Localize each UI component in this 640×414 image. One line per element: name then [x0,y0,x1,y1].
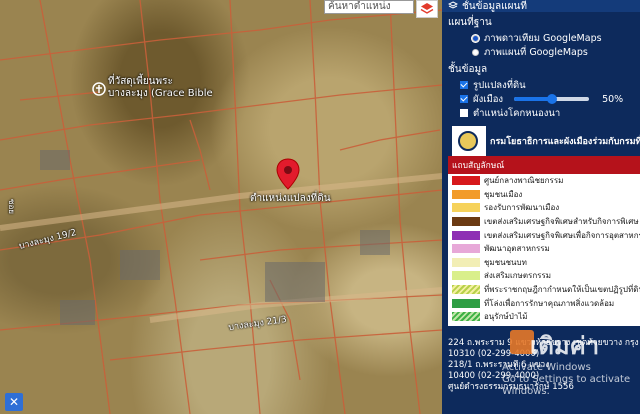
legend-list: ศูนย์กลางพาณิชยกรรมชุมชนเมืองรองรับการพั… [448,174,640,324]
department-header: กรมโยธาธิการและผังเมืองร่วมกับกรมที่ดิน [442,126,640,156]
legend-item: ส่งเสริมเกษตรกรรม [448,269,640,283]
layers-icon [448,1,458,9]
map-view[interactable]: ที่วัสดุเพี้ยนพระ บางละมุง (Grace Bible … [0,0,442,414]
legend-item: ที่โล่งเพื่อการรักษาคุณภาพสิ่งแวดล้อม [448,296,640,310]
layer-cityplan[interactable]: ผังเมือง 50% [442,92,640,106]
layer-label: ผังเมือง [473,93,504,105]
basemap-option-label: ภาพแผนที่ GoogleMaps [484,46,588,58]
layer-label: รูปแปลงที่ดิน [473,79,526,91]
legend-label: เขตส่งเสริมเศรษฐกิจพิเศษสำหรับกิจการพิเศ… [484,217,639,227]
pin-label: ตำแหน่งแปลงที่ดิน [250,193,331,204]
legend-item: เขตส่งเสริมเศรษฐกิจพิเศษสำหรับกิจการพิเศ… [448,215,640,229]
legend-swatch [452,176,480,186]
legend-item: ชุมชนชนบท [448,256,640,270]
legend-label: ที่พระราชกฤษฎีกากำหนดให้เป็นเขตปฏิรูปที่… [484,285,640,295]
search-input[interactable]: ค้นหาตำแหน่ง [324,0,414,14]
legend-label: ชุมชนชนบท [484,257,527,267]
poi-label-line1: ที่วัสดุเพี้ยนพระ [108,76,173,87]
layer-khoknongna[interactable]: ตำแหน่งโคกหนองนา [442,106,640,120]
watermark: เติมค่า [530,332,600,360]
legend-swatch [452,271,480,281]
layers-button[interactable] [416,0,438,18]
location-pin-icon[interactable] [276,158,300,190]
legend-swatch [452,217,480,227]
legend-item: รองรับการพัฒนาเมือง [448,201,640,215]
legend-swatch [452,285,480,295]
layers-icon [420,3,434,14]
slider-fill [514,97,552,101]
road-label: ซอย [6,199,16,214]
layer-parcel[interactable]: รูปแปลงที่ดิน [442,78,640,92]
legend-label: ชุมชนเมือง [484,189,523,199]
checkbox-checked[interactable] [460,95,468,103]
basemap-option-map[interactable]: ภาพแผนที่ GoogleMaps [442,45,640,59]
legend-label: ศูนย์กลางพาณิชยกรรม [484,176,564,186]
legend-swatch [452,298,480,308]
legend-title: แถบสัญลักษณ์ [448,156,640,174]
legend-label: อนุรักษ์ป่าไม้ [484,312,528,322]
legend-swatch [452,230,480,240]
checkbox-unchecked[interactable] [460,109,468,117]
legend-swatch [452,312,480,322]
layer-label: ตำแหน่งโคกหนองนา [473,107,561,119]
parcel-boundaries [0,0,442,414]
legend-item: พัฒนาอุตสาหกรรม [448,242,640,256]
legend-swatch [452,203,480,213]
fullscreen-close-button[interactable]: ✕ [5,393,23,411]
slider-thumb[interactable] [546,94,557,104]
legend-item: ที่พระราชกฤษฎีกากำหนดให้เป็นเขตปฏิรูปที่… [448,283,640,297]
activate-windows-notice: Activate Windows Go to Settings to activ… [502,362,640,398]
basemap-option-label: ภาพดาวเทียม GoogleMaps [484,32,602,44]
legend-swatch [452,244,480,254]
basemap-title: แผนที่ฐาน [448,17,492,28]
panel-title: ชั้นข้อมูลแผนที่ [462,0,527,12]
legend-item: เขตส่งเสริมเศรษฐกิจพิเศษเพื่อกิจการอุตสา… [448,228,640,242]
department-logo [458,131,478,151]
legend-item: ชุมชนเมือง [448,188,640,202]
legend-label: ที่โล่งเพื่อการรักษาคุณภาพสิ่งแวดล้อม [484,298,615,308]
legend-swatch [452,189,480,199]
opacity-slider[interactable] [514,94,590,104]
radio-selected[interactable] [472,34,479,42]
basemap-option-satellite[interactable]: ภาพดาวเทียม GoogleMaps [442,31,640,45]
radio-unselected[interactable] [472,48,479,56]
layers-title: ชั้นข้อมูล [448,64,488,75]
legend-item: ศูนย์กลางพาณิชยกรรม [448,174,640,188]
poi-label-line2: บางละมุง (Grace Bible [108,88,213,99]
legend-label: พัฒนาอุตสาหกรรม [484,244,550,254]
place-marker-icon[interactable] [92,82,106,96]
poi-label: ที่วัสดุเพี้ยนพระ บางละมุง (Grace Bible [108,76,213,100]
legend-label: เขตส่งเสริมเศรษฐกิจพิเศษเพื่อกิจการอุตสา… [484,230,640,240]
legend: แถบสัญลักษณ์ ศูนย์กลางพาณิชยกรรมชุมชนเมื… [448,156,640,326]
checkbox-checked[interactable] [460,81,468,89]
panel-header[interactable]: ชั้นข้อมูลแผนที่ [442,0,640,12]
legend-item: อนุรักษ์ป่าไม้ [448,310,640,324]
opacity-value: 50% [602,93,624,105]
activate-subtitle: Go to Settings to activate Windows. [502,374,631,397]
legend-swatch [452,257,480,267]
department-title: กรมโยธาธิการและผังเมืองร่วมกับกรมที่ดิน [486,126,640,156]
legend-label: รองรับการพัฒนาเมือง [484,203,560,213]
legend-label: ส่งเสริมเกษตรกรรม [484,271,552,281]
